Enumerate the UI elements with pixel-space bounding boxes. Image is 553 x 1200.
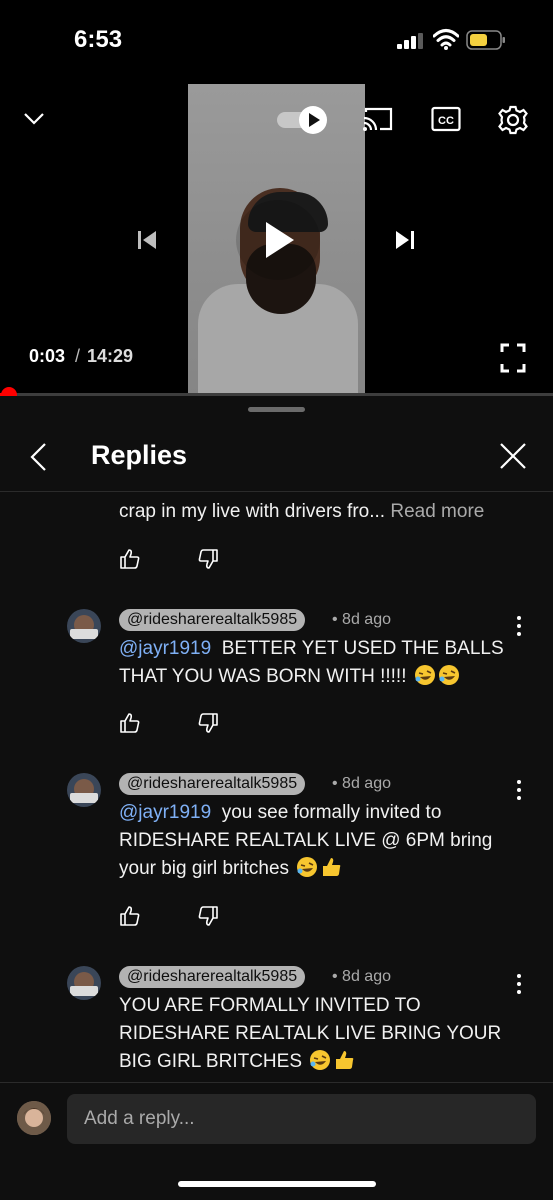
rofl-emoji-icon bbox=[297, 857, 318, 877]
user-photo bbox=[17, 1101, 51, 1135]
avatar[interactable] bbox=[67, 966, 101, 1000]
autoplay-toggle[interactable] bbox=[277, 105, 329, 135]
comment-text: crap in my live with drivers fro... Read… bbox=[119, 501, 485, 522]
channel-handle[interactable]: @ridesharerealtalk5985 bbox=[119, 966, 306, 988]
battery-icon bbox=[466, 30, 505, 50]
like-icon[interactable] bbox=[119, 712, 141, 734]
next-icon[interactable] bbox=[393, 228, 417, 252]
avatar[interactable] bbox=[67, 773, 101, 807]
reply-input[interactable] bbox=[67, 1094, 536, 1144]
comment-text: YOU ARE FORMALLY INVITED TO RIDESHARE RE… bbox=[119, 995, 502, 1072]
dislike-icon[interactable] bbox=[197, 712, 219, 734]
rofl-emoji-icon bbox=[310, 1050, 331, 1070]
avatar[interactable] bbox=[67, 609, 101, 643]
play-button[interactable] bbox=[236, 200, 320, 280]
more-options-icon[interactable] bbox=[515, 779, 523, 801]
comment-text: @jayr1919 you see formally invited to RI… bbox=[119, 802, 493, 879]
panel-title: Replies bbox=[91, 440, 188, 470]
like-icon[interactable] bbox=[119, 905, 141, 927]
thumbs-up-emoji-icon bbox=[323, 858, 341, 876]
signal-icon bbox=[397, 33, 423, 49]
gear-icon[interactable] bbox=[497, 104, 529, 136]
mention-link[interactable]: @jayr1919 bbox=[119, 802, 211, 823]
chevron-down-icon[interactable] bbox=[22, 106, 46, 130]
cast-icon[interactable] bbox=[362, 106, 394, 132]
captions-icon[interactable]: CC bbox=[431, 106, 461, 132]
close-icon[interactable] bbox=[498, 441, 528, 471]
wifi-icon bbox=[433, 29, 459, 50]
rofl-emoji-icon bbox=[414, 665, 435, 685]
comment-age: • 8d ago bbox=[332, 611, 391, 628]
channel-handle[interactable]: @ridesharerealtalk5985 bbox=[119, 609, 306, 631]
channel-handle[interactable]: @ridesharerealtalk5985 bbox=[119, 773, 306, 795]
time-separator: / bbox=[75, 346, 81, 366]
comment-age: • 8d ago bbox=[332, 968, 391, 985]
divider bbox=[0, 1082, 553, 1083]
thumbs-up-emoji-icon bbox=[336, 1051, 354, 1069]
rofl-emoji-icon bbox=[438, 665, 459, 685]
user-avatar[interactable] bbox=[17, 1101, 51, 1135]
comment-text: @jayr1919 BETTER YET USED THE BALLS THAT… bbox=[119, 638, 504, 687]
current-time: 0:03 bbox=[29, 346, 66, 366]
play-icon bbox=[266, 222, 294, 258]
mention-link[interactable]: @jayr1919 bbox=[119, 638, 211, 659]
dislike-icon[interactable] bbox=[197, 905, 219, 927]
status-time: 6:53 bbox=[74, 26, 123, 53]
comment-age: • 8d ago bbox=[332, 775, 391, 792]
back-arrow-icon[interactable] bbox=[26, 442, 52, 472]
total-time: 14:29 bbox=[87, 346, 134, 366]
svg-text:CC: CC bbox=[438, 115, 454, 127]
like-icon[interactable] bbox=[119, 548, 141, 570]
dislike-icon[interactable] bbox=[197, 548, 219, 570]
read-more-link[interactable]: Read more bbox=[390, 501, 484, 522]
drag-handle[interactable] bbox=[248, 407, 305, 412]
divider bbox=[0, 491, 553, 492]
previous-icon[interactable] bbox=[135, 228, 159, 252]
more-options-icon[interactable] bbox=[515, 615, 523, 637]
home-indicator[interactable] bbox=[178, 1181, 376, 1187]
fullscreen-icon[interactable] bbox=[500, 343, 526, 373]
